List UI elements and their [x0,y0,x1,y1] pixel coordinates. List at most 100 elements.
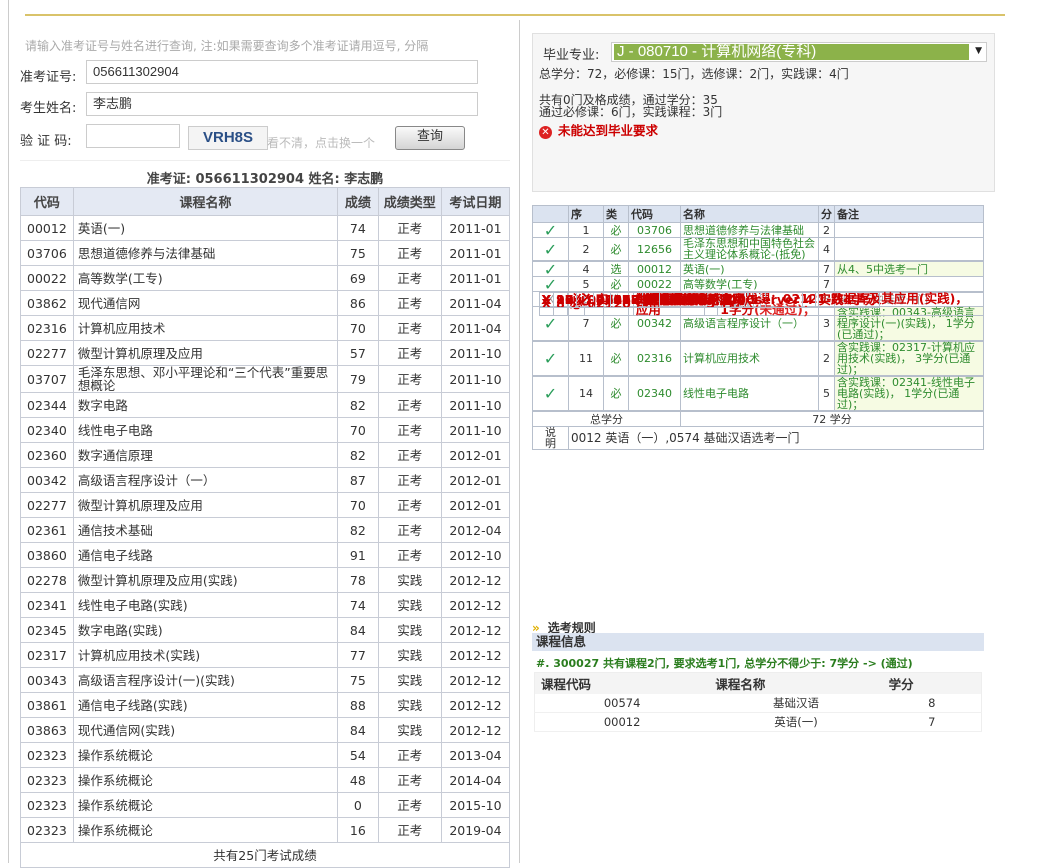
score-type: 正考 [377,417,442,443]
column-header: 考试日期 [440,187,511,216]
course-name: 操作系统概论 [72,792,339,818]
plan-column-header: 分 [817,205,836,223]
score-row: 00012 英语(一) 74 正考 2011-01 [20,215,511,241]
course-name: 思想道德修养与法律基础 [72,240,339,266]
plan-total-row: 总学分 72 学分 [532,411,984,427]
query-hint: 请输入准考证号与姓名进行查询, 注:如果需要查询多个准考证请用逗号, 分隔 [25,39,429,53]
header-divider [25,14,1005,16]
exam-id-input[interactable]: 056611302904 [86,60,478,84]
score-type: 实践 [377,692,442,718]
course-code: 02361 [20,517,74,543]
rule-course-code: 00012 [534,712,710,732]
plan-row: ✓ 2 必 12656 毛泽东思想和中国特色社会主义理论体系概论-(抵免) 4 [532,237,984,261]
exam-date: 2012-01 [440,467,511,493]
student-name-input[interactable]: 李志鹏 [86,92,478,116]
plan-column-header: 名称 [680,205,819,223]
score-row: 02345 数字电路(实践) 84 实践 2012-12 [20,617,511,643]
desc-label: 说 明 [532,426,569,450]
score: 16 [337,817,379,843]
plan-type: 必 [603,341,629,376]
score-row: 03707 毛泽东思想、邓小平理论和“三个代表”重要思想概论 79 正考 2011-10 [20,365,511,393]
exam-date: 2012-10 [440,542,511,568]
plan-note: 实践4学分 [815,291,881,308]
check-icon: ✓ [532,222,569,238]
score-type: 正考 [377,492,442,518]
major-select[interactable]: J - 080710 - 计算机网络(专科) ▼ [611,42,987,62]
plan-type: 必 [603,376,629,411]
course-code: 03707 [20,365,74,393]
score: 74 [337,592,379,618]
score: 57 [337,340,379,366]
rule-courses-table: 课程代码 课程名称 学分 00574 基础汉语 8 00012 英语(一) 7 [534,672,982,732]
exam-date: 2011-01 [440,265,511,291]
course-code: 00022 [20,265,74,291]
exam-date: 2012-01 [440,442,511,468]
score-row: 03863 现代通信网(实践) 84 实践 2012-12 [20,717,511,743]
plan-credit: 7 [817,261,836,277]
score: 84 [337,717,379,743]
exam-date: 2011-10 [440,365,511,393]
score-row: 00022 高等数学(工专) 69 正考 2011-01 [20,265,511,291]
exam-date: 2012-12 [440,692,511,718]
score-row: 02361 通信技术基础 82 正考 2012-04 [20,517,511,543]
score: 77 [337,642,379,668]
dropdown-arrow-icon[interactable]: ▼ [975,46,982,56]
exam-date: 2013-04 [440,742,511,768]
course-code: 03706 [20,240,74,266]
score: 74 [337,215,379,241]
page-border [8,0,9,863]
plan-note [834,222,984,238]
exam-date: 2011-01 [440,240,511,266]
plan-seq: 17 [553,291,577,308]
course-name: 微型计算机原理及应用 [72,340,339,366]
captcha-image[interactable]: VRH8S [188,126,268,150]
score-type: 正考 [377,517,442,543]
header-banner [0,0,1044,14]
plan-row: ✓ 5 必 00022 高等数学(工专) 7 [532,276,984,292]
rule-column-header: 课程代码 [534,672,710,694]
plan-note: 含实践课：02317-计算机应用技术(实践)， 3学分(已通过)； [834,341,984,376]
plan-credit: 2 [817,222,836,238]
rule-column-header: 课程名称 [709,672,883,694]
captcha-refresh-link[interactable]: 看不清，点击换一个 [267,134,375,151]
query-button[interactable]: 查询 [395,126,465,150]
course-code: 02323 [20,767,74,793]
plan-table: 序类代码 名称分备注 ✓ 1 必 03706 思想道德修养与法律基础 2 ✓ 2 必 12656 毛泽… [532,205,984,450]
plan-row: ✓ 14 必 02340 线性电子电路 5 含实践课：02341-线性电子电路(实践)， 1… [532,376,984,411]
course-code: 02344 [20,392,74,418]
score-row: 03862 现代通信网 86 正考 2011-04 [20,290,511,316]
course-code: 02277 [20,340,74,366]
score-row: 02341 线性电子电路(实践) 74 实践 2012-12 [20,592,511,618]
plan-seq: 11 [568,341,604,376]
exam-date: 2012-01 [440,492,511,518]
plan-column-header: 类 [603,205,629,223]
rule-course-credit: 7 [882,712,982,732]
exam-date: 2011-04 [440,290,511,316]
plan-credit: 2 [817,341,836,376]
plan-code: 02340 [628,376,681,411]
plan-note: 含实践课：02341-线性电子电路(实践)， 1学分(已通过)； [834,376,984,411]
plan-seq: 5 [568,276,604,292]
plan-code: 00022 [628,276,681,292]
plan-name: 毛泽东思想和中国特色社会主义理论体系概论-(抵免) [680,237,819,261]
score: 75 [337,667,379,693]
plan-seq: 14 [568,376,604,411]
captcha-input[interactable] [86,124,180,148]
course-name: 高等数学(工专) [72,265,339,291]
score-type: 正考 [377,392,442,418]
passed-required: 通过必修课：6门，实践课程：3门 [539,105,723,119]
plan-name: window 2000server [658,291,803,308]
course-code: 03863 [20,717,74,743]
plan-seq: 4 [568,261,604,277]
exam-date: 2012-12 [440,717,511,743]
course-code: 02323 [20,742,74,768]
plan-row: ✓ 11 必 02316 计算机应用技术 2 含实践课：02317-计算机应用技术(实践)，… [532,341,984,376]
score-type: 正考 [377,315,442,341]
score: 91 [337,542,379,568]
score: 70 [337,492,379,518]
plan-note [834,276,984,292]
course-code: 00343 [20,667,74,693]
exam-date: 2015-10 [440,792,511,818]
score-type: 正考 [377,365,442,393]
course-name: 通信电子线路 [72,542,339,568]
